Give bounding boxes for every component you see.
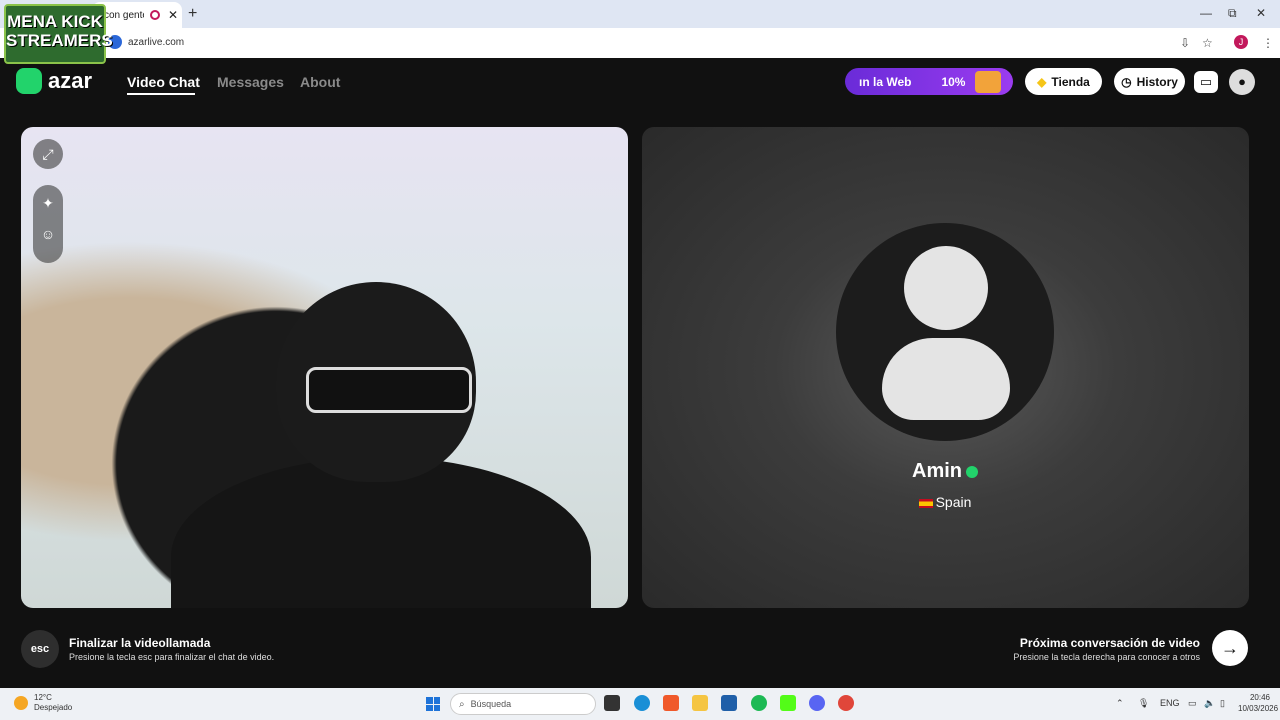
weather-temp: 12°C (34, 693, 52, 702)
weather-desc: Despejado (34, 703, 73, 712)
sunglasses-shape (306, 367, 472, 413)
end-call-title: Finalizar la videollamada (69, 636, 211, 650)
next-call-subtitle: Presione la tecla derecha para conocer a… (1013, 652, 1200, 662)
clock-icon: ◷ (1121, 74, 1132, 89)
volume-icon[interactable]: 🔈 (1204, 698, 1215, 709)
inbox-icon[interactable]: ▭ (1194, 71, 1218, 93)
promo-banner[interactable]: ın la Web 10% (845, 68, 1013, 95)
promo-discount: 10% (941, 74, 966, 89)
kick-icon[interactable] (780, 695, 796, 711)
store-icon[interactable] (721, 695, 737, 711)
promo-text: ın la Web (859, 74, 912, 89)
local-video (21, 127, 628, 608)
clock-date: 10/03/2026 (1238, 704, 1279, 713)
nav-video-chat[interactable]: Video Chat (127, 74, 200, 90)
minimize-button[interactable]: — (1200, 6, 1212, 20)
new-tab-button[interactable]: + (188, 5, 197, 23)
task-view-icon[interactable] (604, 695, 620, 711)
verified-badge-icon (966, 465, 978, 478)
close-window-button[interactable]: ✕ (1256, 6, 1266, 20)
file-explorer-icon[interactable] (692, 695, 708, 711)
peer-country: Spain (842, 494, 1048, 510)
end-call-subtitle: Presione la tecla esc para finalizar el … (69, 652, 275, 662)
spotify-icon[interactable] (751, 695, 767, 711)
azar-logo-icon[interactable] (16, 68, 42, 94)
user-avatar-icon[interactable]: ● (1229, 69, 1255, 95)
peer-name: Amin (842, 460, 1048, 483)
tray-chevron-icon[interactable]: ⌃ (1116, 698, 1124, 709)
language-indicator[interactable]: ENG (1160, 698, 1180, 708)
profile-avatar[interactable]: J (1234, 35, 1248, 49)
effects-toolbar: ✦ ☺ (33, 185, 63, 263)
face-filter-icon[interactable]: ☺ (33, 226, 63, 242)
avatar-head-icon (904, 246, 988, 330)
search-placeholder: Búsqueda (470, 699, 512, 709)
address-bar[interactable]: azarlive.com (0, 28, 1280, 58)
browser-tab-bar: con gente ✕ + — ⧉ ✕ (0, 0, 1280, 28)
history-label: History (1136, 74, 1178, 89)
esc-key-button[interactable]: esc (21, 630, 59, 668)
microphone-icon[interactable]: 🎙 (1138, 698, 1149, 709)
chrome-icon[interactable] (838, 695, 854, 711)
discord-icon[interactable] (809, 695, 825, 711)
history-button[interactable]: ◷ History (1114, 68, 1185, 95)
menu-kebab-icon[interactable]: ⋮ (1262, 36, 1274, 50)
battery-icon[interactable]: ▯ (1220, 698, 1225, 709)
url-text[interactable]: azarlive.com (128, 37, 184, 48)
stream-overlay-logo: MENA KICK STREAMERS (4, 4, 113, 64)
network-icon[interactable]: ▭ (1188, 698, 1197, 709)
overlay-logo-line2: STREAMERS (6, 31, 113, 50)
recording-icon (150, 10, 160, 20)
peer-name-text: Amin (912, 460, 962, 482)
overlay-logo-line1: MENA KICK (7, 12, 103, 31)
clock[interactable]: 20:46 10/03/2026 (1238, 692, 1279, 714)
next-call-title: Próxima conversación de video (1019, 636, 1200, 650)
gift-box-icon (975, 70, 1002, 93)
edge-icon[interactable] (634, 695, 650, 711)
tienda-button[interactable]: ◆ Tienda (1025, 68, 1102, 95)
search-icon: ⌕ (459, 698, 465, 710)
tab-title: con gente (104, 9, 144, 21)
weather-sun-icon[interactable] (14, 696, 28, 710)
close-tab-button[interactable]: ✕ (168, 8, 178, 22)
install-app-icon[interactable]: ⇩ (1180, 36, 1190, 50)
nav-active-indicator (127, 93, 195, 95)
magic-wand-icon[interactable]: ✦ (33, 195, 63, 212)
clock-time: 20:46 (1249, 693, 1270, 702)
peer-country-text: Spain (935, 494, 972, 510)
weather-widget[interactable]: 12°C Despejado (34, 693, 72, 713)
tienda-label: Tienda (1051, 74, 1090, 89)
spain-flag-icon (918, 498, 933, 508)
nav-messages[interactable]: Messages (217, 74, 284, 90)
brand-logo-text[interactable]: azar (48, 68, 92, 94)
gem-icon: ◆ (1037, 74, 1047, 89)
brave-icon[interactable] (663, 695, 679, 711)
taskbar-search[interactable]: ⌕ Búsqueda (450, 693, 596, 715)
windows-start-icon[interactable] (426, 697, 440, 711)
expand-icon[interactable]: ⤢ (33, 139, 63, 169)
bookmark-star-icon[interactable]: ☆ (1202, 36, 1213, 50)
avatar-body-icon (882, 338, 1010, 420)
nav-about[interactable]: About (300, 74, 340, 90)
restore-button[interactable]: ⧉ (1228, 6, 1237, 21)
next-arrow-button[interactable]: → (1212, 630, 1248, 666)
